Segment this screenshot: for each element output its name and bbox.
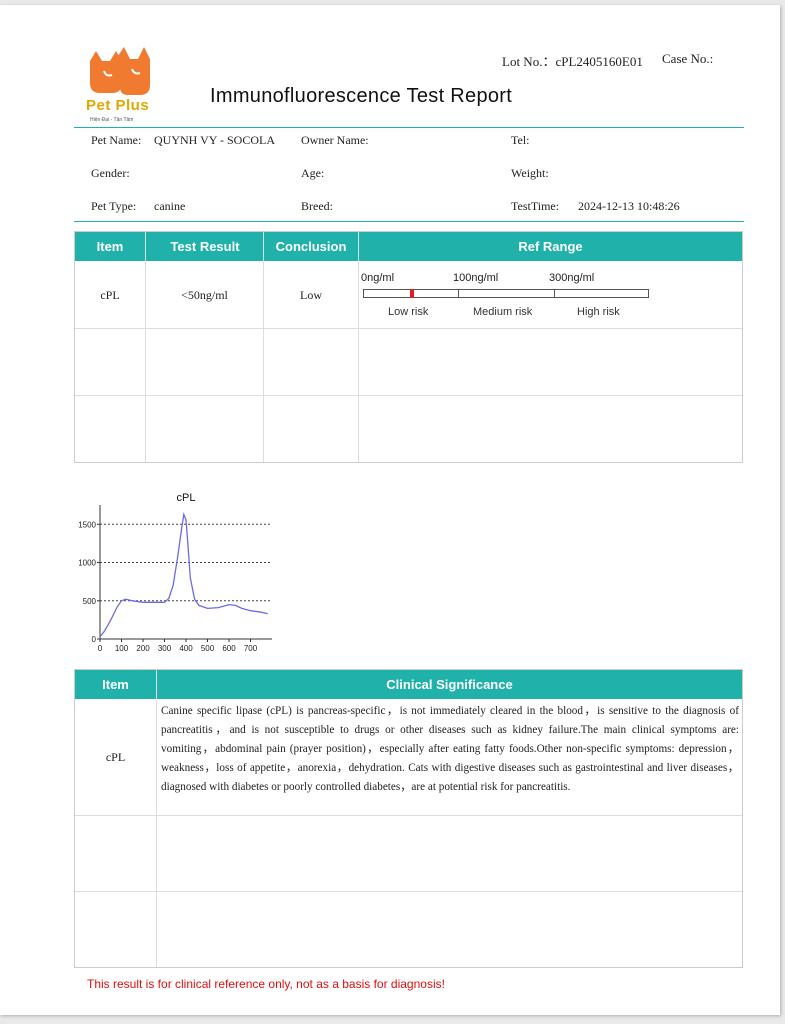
clinical-row-text: Canine specific lipase (cPL) is pancreas… [161, 705, 739, 793]
result-row-item: cPL [100, 287, 120, 302]
weight-label: Weight: [511, 166, 549, 180]
y-tick-1000: 1000 [78, 559, 96, 568]
cpl-chart-svg: cPL 0 500 1000 1500 0 100 200 300 400 500 600 700 [78, 492, 272, 653]
clinical-row-item: cPL [105, 750, 126, 764]
chart-title: cPL [177, 492, 196, 504]
x-tick-300: 300 [158, 644, 172, 653]
lot-value: cPL2405160E01 [555, 54, 643, 69]
range-marker [409, 289, 414, 298]
pet-name-label: Pet Name: [91, 133, 142, 147]
series-line-0 [99, 512, 268, 638]
testtime-label: TestTime: [511, 199, 560, 213]
clinical-header-significance: Clinical Significance [386, 677, 513, 692]
owner-name-label: Owner Name: [301, 133, 369, 147]
x-tick-0: 0 [98, 644, 103, 653]
header-test-result: Test Result [170, 239, 240, 254]
age-label: Age: [301, 166, 325, 180]
patient-divider [74, 221, 744, 222]
clinical-table: Item Clinical Significance cPL Canine sp… [74, 669, 743, 968]
report-page: Pet Plus Hiện Đại - Tận Tâm Lot No.：cPL2… [0, 5, 780, 1015]
results-table: Item Test Result Conclusion Ref Range cP… [74, 231, 743, 463]
y-tick-500: 500 [83, 597, 97, 606]
zone-medium-risk: Medium risk [473, 306, 533, 318]
cpl-chart: cPL 0 500 1000 1500 0 100 200 300 400 500 600 700 [74, 487, 284, 657]
range-tick-0: 0ng/ml [361, 272, 395, 284]
pet-type-value: canine [154, 199, 186, 213]
x-tick-700: 700 [244, 644, 258, 653]
pet-type-label: Pet Type: [91, 199, 137, 213]
y-tick-1500: 1500 [78, 520, 96, 529]
range-tick-300: 300ng/ml [549, 272, 595, 284]
clinical-header-item: Item [102, 677, 129, 692]
y-tick-0: 0 [92, 635, 97, 644]
pet-name-value: QUYNH VY - SOCOLA [154, 133, 276, 147]
range-bar [363, 289, 649, 298]
lot-label: Lot No.： [502, 54, 556, 69]
zone-low-risk: Low risk [388, 306, 429, 318]
testtime-value: 2024-12-13 10:48:26 [578, 199, 680, 213]
x-tick-100: 100 [115, 644, 129, 653]
lot-number: Lot No.：cPL2405160E01 [502, 51, 643, 70]
report-title: Immunofluorescence Test Report [210, 85, 513, 107]
range-tick-100: 100ng/ml [453, 272, 499, 284]
x-tick-200: 200 [136, 644, 150, 653]
logo-tagline: Hiện Đại - Tận Tâm [90, 117, 134, 123]
x-tick-500: 500 [201, 644, 215, 653]
result-row-value: <50ng/ml [181, 287, 228, 302]
x-tick-600: 600 [222, 644, 236, 653]
header-item: Item [96, 239, 124, 254]
disclaimer: This result is for clinical reference on… [87, 977, 445, 991]
x-tick-400: 400 [179, 644, 193, 653]
gender-label: Gender: [91, 166, 130, 180]
pet-plus-logo: Pet Plus Hiện Đại - Tận Tâm [74, 41, 166, 129]
header-divider [74, 127, 744, 128]
header-conclusion: Conclusion [275, 239, 347, 254]
header-ref-range: Ref Range [518, 239, 583, 254]
tel-label: Tel: [511, 133, 530, 147]
logo-brand: Pet Plus [86, 97, 150, 114]
zone-high-risk: High risk [577, 306, 620, 318]
case-label: Case No.: [662, 51, 714, 66]
breed-label: Breed: [301, 199, 333, 213]
result-row-conclusion: Low [300, 287, 322, 302]
